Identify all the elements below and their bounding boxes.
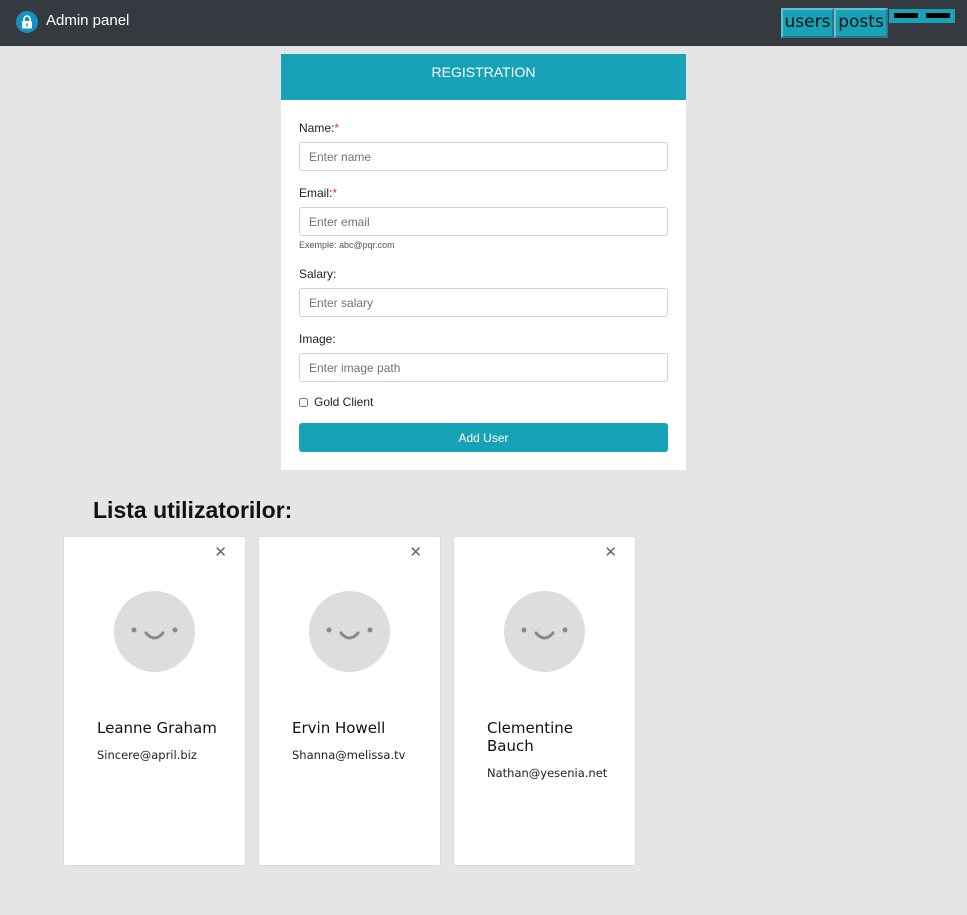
email-input[interactable] xyxy=(299,207,668,236)
lock-icon xyxy=(16,11,38,33)
email-hint: Exemple: abc@pqr.com xyxy=(299,240,395,250)
registration-form: REGISTRATION Name:* Email:* Exemple: abc… xyxy=(281,54,686,470)
email-label: Email:* xyxy=(299,186,338,200)
user-name: Ervin Howell xyxy=(292,719,386,737)
close-icon[interactable]: ✕ xyxy=(604,543,617,561)
add-user-button[interactable]: Add User xyxy=(299,423,668,452)
avatar xyxy=(114,591,195,672)
gold-client-row[interactable]: Gold Client xyxy=(299,395,373,409)
form-title: REGISTRATION xyxy=(281,54,686,100)
user-card: ✕ Leanne Graham Sincere@april.biz xyxy=(63,536,246,866)
app-title: Admin panel xyxy=(46,12,130,29)
user-email: Shanna@melissa.tv xyxy=(292,748,406,762)
gold-client-label: Gold Client xyxy=(314,395,374,409)
smiley-face-icon xyxy=(326,627,373,640)
image-label: Image: xyxy=(299,332,336,346)
name-label: Name:* xyxy=(299,121,340,135)
close-icon[interactable]: ✕ xyxy=(409,543,422,561)
avatar xyxy=(309,591,390,672)
required-mark: * xyxy=(334,121,340,135)
user-card: ✕ Ervin Howell Shanna@melissa.tv xyxy=(258,536,441,866)
user-email: Nathan@yesenia.net xyxy=(487,766,608,780)
top-navbar: Admin panel users posts xyxy=(0,0,967,46)
image-input[interactable] xyxy=(299,353,668,382)
salary-input[interactable] xyxy=(299,288,668,317)
menu-bar-icon xyxy=(926,13,950,18)
menu-toggle-button[interactable] xyxy=(889,9,955,23)
avatar xyxy=(504,591,585,672)
name-input[interactable] xyxy=(299,142,668,171)
salary-label: Salary: xyxy=(299,267,337,281)
users-list-heading: Lista utilizatorilor: xyxy=(93,497,293,523)
close-icon[interactable]: ✕ xyxy=(214,543,227,561)
user-email: Sincere@april.biz xyxy=(97,748,197,762)
smiley-face-icon xyxy=(131,627,178,640)
gold-client-checkbox[interactable] xyxy=(299,397,308,407)
user-name: Leanne Graham xyxy=(97,719,217,737)
smiley-face-icon xyxy=(521,627,568,640)
menu-bar-icon xyxy=(894,13,918,18)
nav-posts-button[interactable]: posts xyxy=(834,8,888,38)
nav-users-button[interactable]: users xyxy=(781,8,834,38)
user-name: Clementine Bauch xyxy=(487,719,574,755)
user-card: ✕ Clementine Bauch Nathan@yesenia.net xyxy=(453,536,636,866)
required-mark: * xyxy=(332,186,338,200)
